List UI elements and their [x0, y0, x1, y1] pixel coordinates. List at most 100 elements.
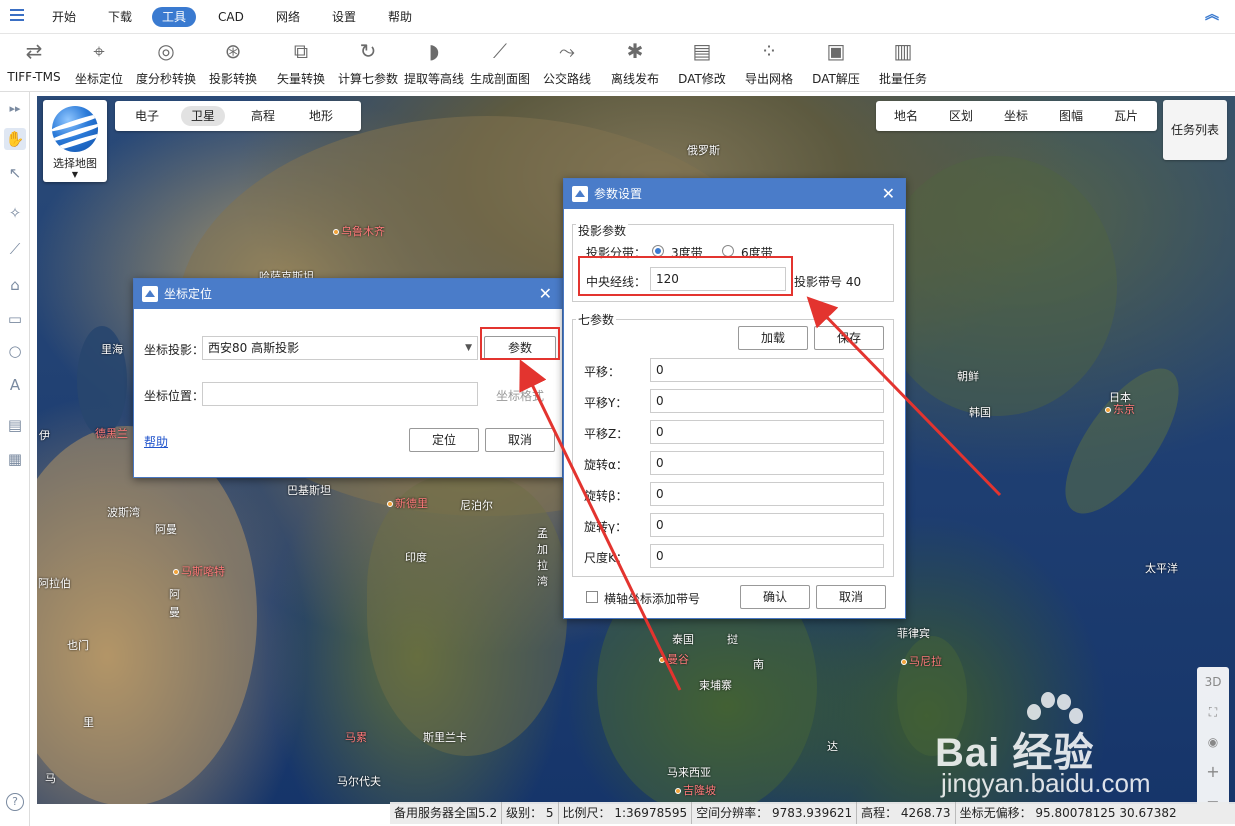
tool-coordinate-locate[interactable]: ⌖ 坐标定位 [70, 34, 128, 92]
dat-edit-icon: ▤ [692, 39, 712, 63]
add-text-icon[interactable]: A [4, 374, 26, 396]
tab-satellite[interactable]: 卫星 [181, 106, 226, 126]
tab-place-names[interactable]: 地名 [884, 106, 928, 126]
projection-select[interactable]: 西安80 高斯投影 ▼ [202, 336, 478, 360]
cancel-button[interactable]: 取消 [485, 428, 555, 452]
coordinate-position-input[interactable] [202, 382, 478, 406]
add-zone-checkbox[interactable] [586, 591, 598, 603]
tab-elevation[interactable]: 高程 [241, 106, 285, 126]
locate-button[interactable]: 定位 [409, 428, 479, 452]
chevron-down-icon: ▼ [465, 343, 472, 353]
draw-circle-icon[interactable]: ○ [4, 340, 26, 362]
menu-item-download[interactable]: 下载 [98, 7, 142, 27]
coordinate-format-link[interactable]: 坐标格式 [496, 387, 544, 404]
param-input-tz[interactable]: 0 [650, 420, 884, 444]
param-input-rx[interactable]: 0 [650, 451, 884, 475]
tab-sheets[interactable]: 图幅 [1049, 106, 1093, 126]
draw-point-icon[interactable]: ✧ [4, 202, 26, 224]
tool-export-grid[interactable]: ⁘ 导出网格 [740, 34, 798, 92]
tool-seven-params[interactable]: ↻ 计算七参数 [336, 34, 400, 92]
tool-projection-convert[interactable]: ⊛ 投影转换 [204, 34, 262, 92]
tab-divisions[interactable]: 区划 [939, 106, 983, 126]
label-kashi: 伊 [39, 429, 50, 442]
tool-vector-convert[interactable]: ⧉ 矢量转换 [272, 34, 330, 92]
select-arrow-icon[interactable]: ↖ [4, 162, 26, 184]
save-button[interactable]: 保存 [814, 326, 884, 350]
select-map-button[interactable]: 选择地图 ▼ [43, 100, 107, 182]
tool-dat-unzip[interactable]: ▣ DAT解压 [806, 34, 866, 92]
menu-item-settings[interactable]: 设置 [322, 7, 366, 27]
collapse-ribbon-icon[interactable]: ︽ [1205, 8, 1219, 22]
measure-ruler-icon[interactable]: ▤ [4, 414, 26, 436]
tab-coordinates[interactable]: 坐标 [994, 106, 1038, 126]
draw-rectangle-icon[interactable]: ▭ [4, 308, 26, 330]
menu-item-network[interactable]: 网络 [266, 7, 310, 27]
close-icon[interactable]: ✕ [539, 279, 552, 309]
cancel-button[interactable]: 取消 [816, 585, 886, 609]
locate-me-icon[interactable]: ◉ [1197, 727, 1229, 757]
tool-extract-contour[interactable]: ◗ 提取等高线 [402, 34, 466, 92]
tool-generate-profile[interactable]: ⟋ 生成剖面图 [468, 34, 532, 92]
label-ma: 马 [45, 772, 56, 785]
app-logo-icon [572, 186, 588, 202]
menu-item-start[interactable]: 开始 [42, 7, 86, 27]
coordinate-locate-dialog: 坐标定位 ✕ 坐标投影： 西安80 高斯投影 ▼ 参数 坐标位置： 坐标格式 帮… [133, 278, 563, 478]
hamburger-menu-icon[interactable] [10, 9, 24, 23]
pan-hand-icon[interactable]: ✋ [4, 128, 26, 150]
tab-terrain[interactable]: 地形 [299, 106, 343, 126]
tool-batch-task[interactable]: ▥ 批量任务 [874, 34, 932, 92]
menu-item-tools[interactable]: 工具 [152, 7, 197, 27]
offline-publish-icon: ✱ [626, 39, 644, 63]
left-toolbar: ▸▸ ✋ ↖ ✧ ⟋ ⌂ ▭ ○ A ▤ ▦ [0, 92, 30, 826]
zone-number-text: 投影带号 40 [794, 275, 862, 289]
param-input-tx[interactable]: 0 [650, 358, 884, 382]
param-input-ty[interactable]: 0 [650, 389, 884, 413]
load-button[interactable]: 加载 [738, 326, 808, 350]
tool-bus-route[interactable]: ⤳ 公交路线 [538, 34, 596, 92]
label-maldives: 马尔代夫 [337, 775, 381, 788]
tool-offline-publish[interactable]: ✱ 离线发布 [606, 34, 664, 92]
menu-item-cad[interactable]: CAD [208, 7, 254, 27]
label-north-korea: 朝鲜 [957, 370, 979, 383]
measure-area-icon[interactable]: ▦ [4, 448, 26, 470]
label-vietnam: 南 [753, 658, 764, 671]
tab-vector[interactable]: 电子 [125, 106, 169, 126]
contour-icon: ◗ [428, 39, 440, 63]
param-input-rz[interactable]: 0 [650, 513, 884, 537]
menu-bar: 开始 下载 工具 CAD 网络 设置 帮助 ︽ [0, 0, 1235, 34]
fullscreen-icon[interactable]: ⛶ [1197, 697, 1229, 727]
param-input-ry[interactable]: 0 [650, 482, 884, 506]
parameter-settings-dialog: 参数设置 ✕ 投影参数 投影分带： 3度带 6度带 中央经线： 120 投影带号… [563, 178, 906, 619]
position-label: 坐标位置： [144, 389, 205, 403]
task-list-button[interactable]: 任务列表 [1163, 100, 1227, 160]
draw-polygon-icon[interactable]: ⌂ [4, 274, 26, 296]
tool-tiff-tms[interactable]: ⇄ TIFF-TMS [4, 34, 64, 92]
city-dot [659, 657, 665, 663]
projection-label: 坐标投影： [144, 343, 205, 357]
seven-params-title: 七参数 [576, 311, 617, 328]
tab-tiles[interactable]: 瓦片 [1104, 106, 1148, 126]
tool-dat-edit[interactable]: ▤ DAT修改 [672, 34, 732, 92]
help-icon[interactable]: ? [6, 793, 24, 811]
status-bar: 备用服务器全国5.2 级别： 5 比例尺： 1:36978595 空间分辨率： 978… [390, 802, 1235, 824]
label-india: 印度 [405, 551, 427, 564]
menu-item-help[interactable]: 帮助 [378, 7, 422, 27]
annotation-box-meridian [578, 256, 793, 296]
label-urumqi: 乌鲁木齐 [333, 223, 385, 239]
expand-panel-icon[interactable]: ▸▸ [4, 98, 26, 120]
confirm-button[interactable]: 确认 [740, 585, 810, 609]
status-server: 备用服务器全国5.2 [390, 802, 503, 824]
baidu-jingyan-watermark: Bai 经验 jingyan.baidu.com [935, 690, 1175, 800]
help-link[interactable]: 帮助 [144, 433, 168, 450]
label-saudi-arabia: 阿拉伯 [38, 577, 71, 590]
draw-line-icon[interactable]: ⟋ [4, 238, 26, 260]
tool-dms-convert[interactable]: ◎ 度分秒转换 [132, 34, 200, 92]
label-caspian-sea: 里海 [101, 343, 123, 356]
label-sri-lanka: 斯里兰卡 [423, 731, 467, 744]
status-elevation: 高程： 4268.73 [857, 802, 956, 824]
3d-toggle-button[interactable]: 3D [1197, 667, 1229, 697]
close-icon[interactable]: ✕ [882, 179, 895, 209]
zoom-in-button[interactable]: + [1197, 757, 1229, 787]
projection-icon: ⊛ [224, 39, 242, 63]
param-input-scale[interactable]: 0 [650, 544, 884, 568]
